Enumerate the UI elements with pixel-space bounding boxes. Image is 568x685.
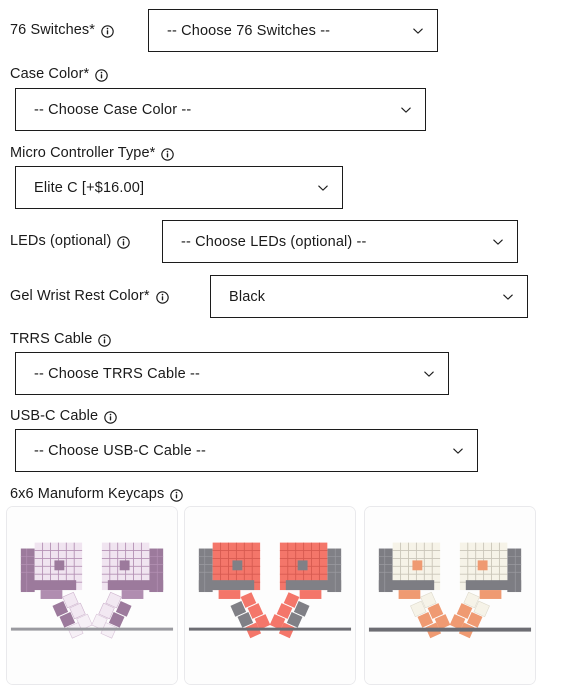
field-row-switches-76: 76 Switches* -- Choose 76 Switches --: [10, 9, 558, 52]
info-icon[interactable]: [161, 148, 175, 161]
select-usb-c-cable[interactable]: -- Choose USB-C Cable --: [15, 429, 478, 472]
select-value-gel-wrist-rest-color: Black: [229, 288, 266, 305]
keycap-option-cream[interactable]: [364, 506, 536, 685]
label-text-case-color: Case Color*: [10, 66, 90, 82]
select-value-switches-76: -- Choose 76 Switches --: [167, 22, 331, 39]
label-micro-controller-type: Micro Controller Type*: [10, 145, 175, 162]
select-value-case-color: -- Choose Case Color --: [34, 101, 192, 118]
select-trrs-cable[interactable]: -- Choose TRRS Cable --: [15, 352, 449, 395]
field-row-usb-c-cable: USB-C Cable -- Choose USB-C Cable --: [10, 407, 558, 472]
label-text-micro-controller-type: Micro Controller Type*: [10, 145, 156, 161]
label-text-trrs-cable: TRRS Cable: [10, 331, 93, 347]
select-value-trrs-cable: -- Choose TRRS Cable --: [34, 365, 200, 382]
field-row-gel-wrist-rest-color: Gel Wrist Rest Color* Black: [10, 275, 558, 318]
select-value-usb-c-cable: -- Choose USB-C Cable --: [34, 442, 207, 459]
label-text-keycaps: 6x6 Manuform Keycaps: [10, 486, 165, 502]
keycap-preview-image-red: [185, 507, 355, 684]
chevron-down-icon: [422, 367, 436, 381]
keycap-preview-image-cream: [365, 507, 535, 684]
select-micro-controller-type[interactable]: Elite C [+$16.00]: [15, 166, 343, 209]
chevron-down-icon: [501, 290, 515, 304]
keycap-option-purple[interactable]: [6, 506, 178, 685]
label-text-gel-wrist-rest-color: Gel Wrist Rest Color*: [10, 287, 150, 304]
field-row-leds: LEDs (optional) -- Choose LEDs (optional…: [10, 220, 558, 263]
field-row-micro-controller-type: Micro Controller Type* Elite C [+$16.00]: [10, 144, 558, 209]
info-icon[interactable]: [101, 25, 114, 38]
label-text-switches-76: 76 Switches*: [10, 21, 96, 38]
label-text-usb-c-cable: USB-C Cable: [10, 408, 99, 424]
chevron-down-icon: [491, 235, 505, 249]
field-row-case-color: Case Color* -- Choose Case Color --: [10, 65, 558, 131]
label-gel-wrist-rest-color: Gel Wrist Rest Color*: [10, 288, 169, 305]
label-switches-76: 76 Switches*: [10, 22, 114, 39]
label-text-leds: LEDs (optional): [10, 232, 112, 249]
chevron-down-icon: [451, 444, 465, 458]
label-keycaps: 6x6 Manuform Keycaps: [10, 486, 184, 503]
label-trrs-cable: TRRS Cable: [10, 331, 112, 348]
select-gel-wrist-rest-color[interactable]: Black: [210, 275, 528, 318]
field-row-keycaps: 6x6 Manuform Keycaps: [10, 485, 558, 503]
info-icon[interactable]: [95, 69, 109, 82]
info-icon[interactable]: [98, 334, 112, 347]
label-case-color: Case Color*: [10, 66, 109, 83]
select-leds[interactable]: -- Choose LEDs (optional) --: [162, 220, 518, 263]
chevron-down-icon: [399, 103, 413, 117]
field-row-trrs-cable: TRRS Cable -- Choose TRRS Cable --: [10, 330, 558, 395]
select-switches-76[interactable]: -- Choose 76 Switches --: [148, 9, 438, 52]
keycap-option-red[interactable]: [184, 506, 356, 685]
keycap-options-list: [0, 506, 568, 685]
select-value-leds: -- Choose LEDs (optional) --: [181, 233, 367, 250]
label-leds: LEDs (optional): [10, 232, 131, 250]
keycap-preview-image-purple: [7, 507, 177, 684]
info-icon[interactable]: [170, 489, 184, 502]
info-icon[interactable]: [155, 291, 169, 304]
select-case-color[interactable]: -- Choose Case Color --: [15, 88, 426, 131]
chevron-down-icon: [316, 181, 330, 195]
info-icon[interactable]: [104, 411, 117, 424]
label-usb-c-cable: USB-C Cable: [10, 408, 117, 425]
chevron-down-icon: [411, 24, 425, 38]
info-icon[interactable]: [117, 236, 131, 249]
product-options-form: 76 Switches* -- Choose 76 Switches -- Ca…: [0, 0, 568, 685]
select-value-micro-controller-type: Elite C [+$16.00]: [34, 179, 145, 196]
